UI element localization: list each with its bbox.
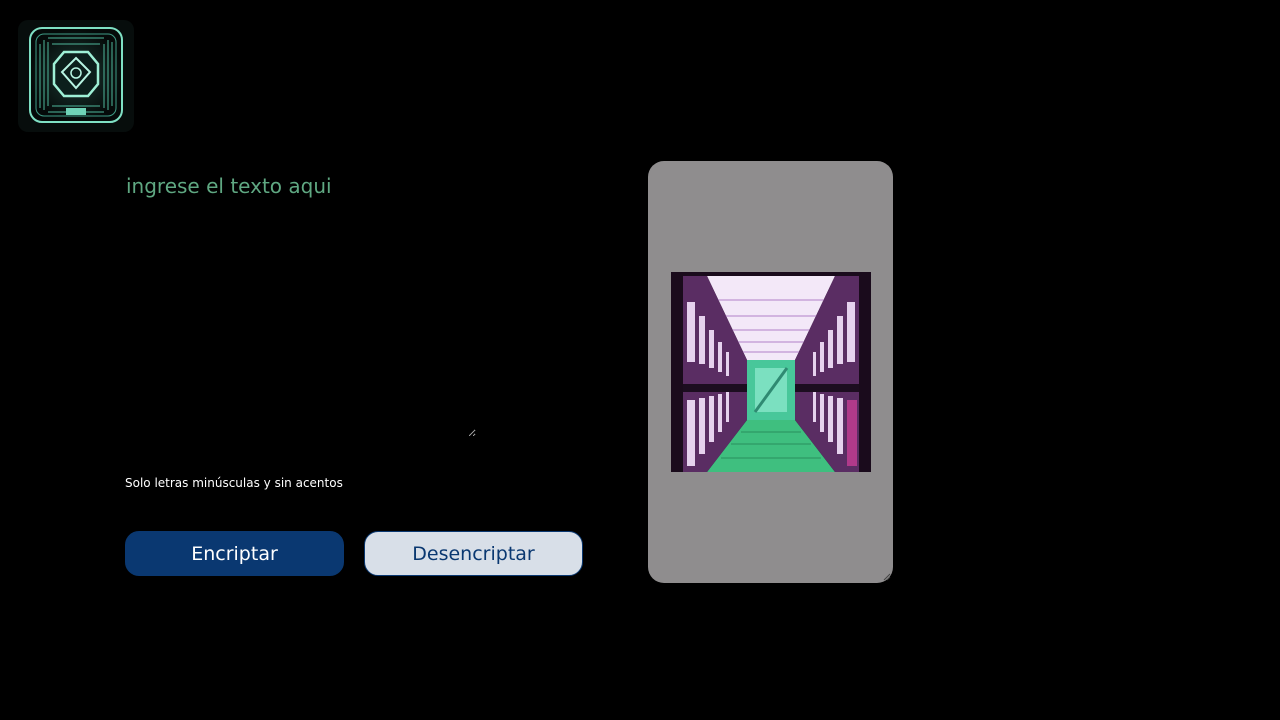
app-page: Solo letras minúsculas y sin acentos Enc… — [0, 0, 1280, 720]
server-room-illustration — [671, 272, 871, 472]
encrypt-button[interactable]: Encriptar — [125, 531, 344, 576]
message-input[interactable] — [118, 165, 476, 437]
decrypt-button[interactable]: Desencriptar — [364, 531, 583, 576]
resize-handle-icon[interactable] — [883, 573, 891, 581]
output-panel — [648, 161, 893, 583]
circuit-chip-logo-icon — [18, 20, 134, 132]
input-hint: Solo letras minúsculas y sin acentos — [125, 476, 343, 490]
